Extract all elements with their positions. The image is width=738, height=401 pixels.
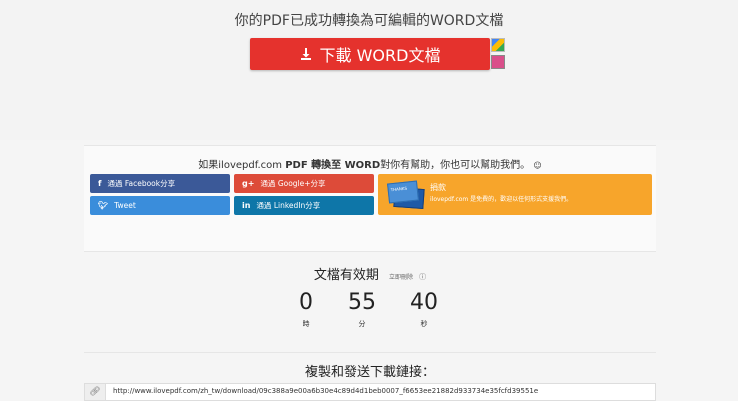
share-title-post: 對你有幫助，你也可以幫助我們。: [380, 160, 531, 171]
donate-button[interactable]: THANKS 捐款 ilovepdf.com 是免費的，歡迎以任何形式支援我們。: [378, 174, 652, 215]
dropbox-icon[interactable]: [491, 55, 505, 69]
linkedin-icon: in: [242, 201, 251, 210]
copy-title: 複製和發送下載鏈接：: [304, 365, 435, 380]
smile-icon: ☺: [533, 161, 542, 170]
hours-value: 0: [299, 290, 313, 315]
linkedin-label: 通過 LinkedIn分享: [256, 201, 321, 210]
share-title-pre: 如果ilovepdf.com: [198, 160, 286, 171]
page-headline: 你的PDF已成功轉換為可編輯的WORD文檔: [234, 13, 504, 29]
expiry-title: 文檔有效期 立即刪除 ⓘ: [84, 264, 656, 283]
download-link-field[interactable]: 🔗︎ http://www.ilovepdf.com/zh_tw/downloa…: [84, 383, 656, 401]
facebook-label: 通過 Facebook分享: [107, 179, 176, 188]
donate-subtitle: ilovepdf.com 是免費的，歡迎以任何形式支援我們。: [430, 196, 573, 203]
donate-title: 捐款: [430, 183, 446, 192]
timer-hours: 0 時: [286, 290, 326, 329]
card-icon: THANKS: [387, 180, 419, 204]
delete-now-link[interactable]: 立即刪除: [389, 274, 413, 281]
google-plus-share-button[interactable]: g+ 通過 Google+分享: [234, 174, 374, 193]
google-drive-icon[interactable]: [491, 38, 505, 52]
download-word-button[interactable]: 下載 WORD文檔: [250, 38, 490, 70]
side-icons: [491, 38, 505, 72]
facebook-share-button[interactable]: f 通過 Facebook分享: [90, 174, 230, 193]
tweet-label: Tweet: [114, 201, 136, 210]
info-icon[interactable]: ⓘ: [419, 273, 426, 281]
seconds-value: 40: [410, 290, 438, 315]
minutes-value: 55: [348, 290, 376, 315]
timer-seconds: 40 秒: [404, 290, 444, 329]
google-plus-icon: g+: [242, 179, 255, 188]
link-icon: 🔗︎: [85, 384, 106, 400]
card-label: THANKS: [390, 185, 408, 193]
minutes-label: 分: [358, 320, 366, 328]
copy-link-section: 複製和發送下載鏈接： 🔗︎ http://www.ilovepdf.com/zh…: [84, 352, 656, 401]
share-title-bold: PDF 轉換至 WORD: [285, 160, 381, 171]
expiry-title-text: 文檔有效期: [313, 268, 379, 283]
google-plus-label: 通過 Google+分享: [260, 179, 326, 188]
twitter-icon: 🐦︎: [98, 201, 109, 210]
download-label: 下載 WORD文檔: [319, 46, 441, 65]
expiry-section: 文檔有效期 立即刪除 ⓘ 0 時 55 分 40 秒: [84, 250, 656, 350]
linkedin-share-button[interactable]: in 通過 LinkedIn分享: [234, 196, 374, 215]
facebook-icon: f: [98, 179, 102, 188]
hours-label: 時: [302, 320, 310, 328]
download-link-text[interactable]: http://www.ilovepdf.com/zh_tw/download/0…: [113, 387, 538, 395]
share-title: 如果ilovepdf.com PDF 轉換至 WORD對你有幫助，你也可以幫助我…: [84, 156, 656, 171]
timer-minutes: 55 分: [342, 290, 382, 329]
download-icon: [300, 47, 312, 61]
share-section: 如果ilovepdf.com PDF 轉換至 WORD對你有幫助，你也可以幫助我…: [84, 145, 656, 252]
seconds-label: 秒: [420, 320, 428, 328]
tweet-button[interactable]: 🐦︎ Tweet: [90, 196, 230, 215]
